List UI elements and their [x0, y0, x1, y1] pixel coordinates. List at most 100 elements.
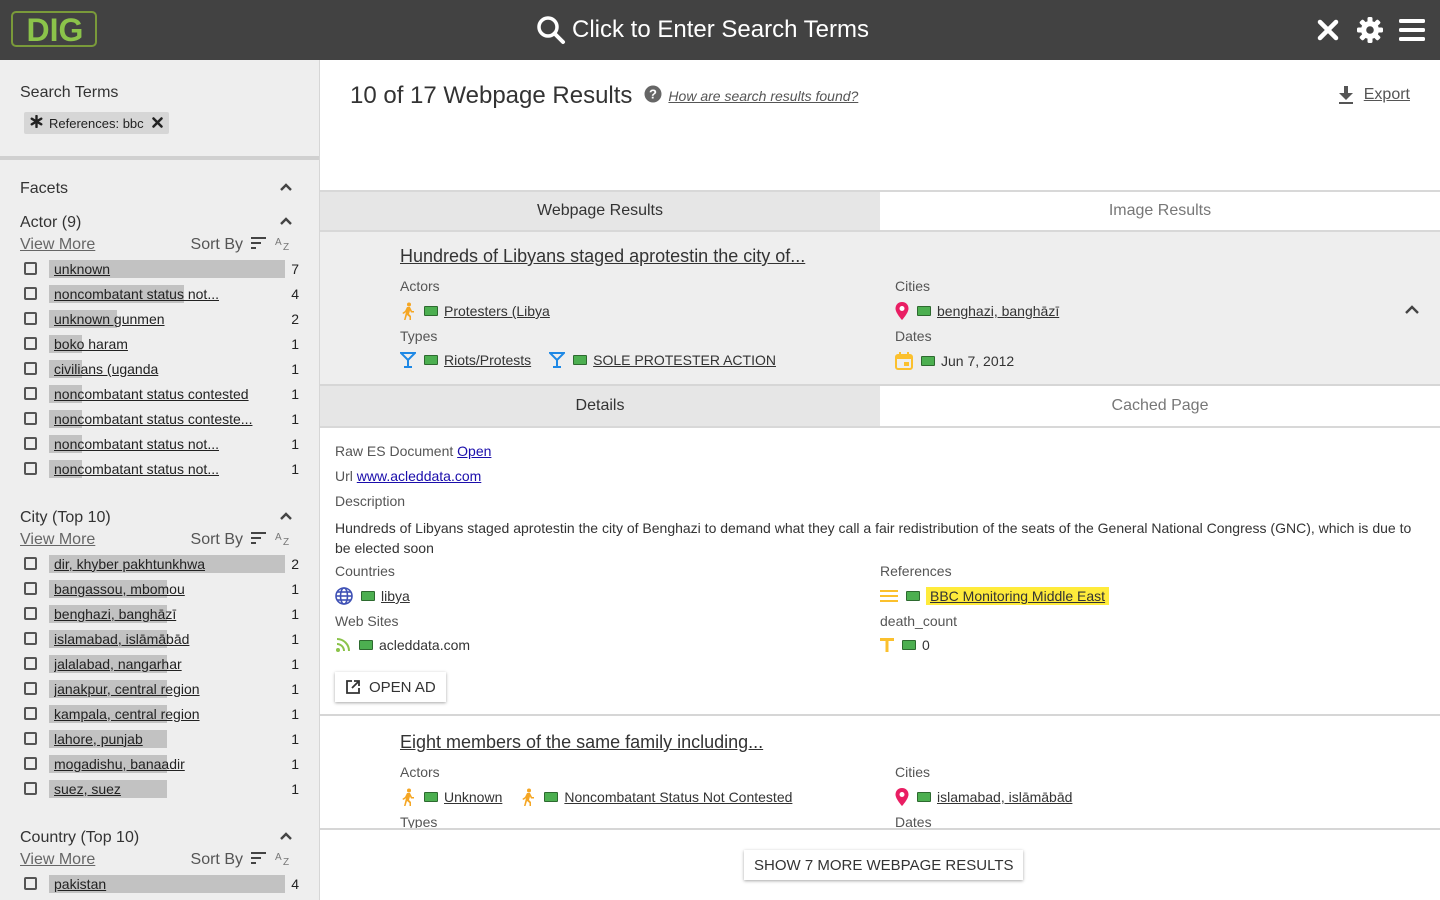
city-facet-title: City (Top 10): [20, 509, 111, 526]
facet-item-label[interactable]: benghazi, banghāzī: [54, 606, 281, 622]
facet-item-label[interactable]: noncombatant status contested: [54, 386, 281, 402]
sort-by-count-icon[interactable]: [251, 531, 267, 549]
facet-item-count: 1: [291, 360, 299, 377]
facet-item-count: 7: [291, 260, 299, 277]
collapse-city-chevron-up-icon[interactable]: [279, 509, 293, 528]
facet-item-label[interactable]: kampala, central region: [54, 706, 281, 722]
tab-cached-page[interactable]: Cached Page: [880, 386, 1440, 426]
facet-item-label[interactable]: civilians (uganda: [54, 361, 281, 377]
facet-item-label[interactable]: lahore, punjab: [54, 731, 281, 747]
facet-checkbox[interactable]: [24, 437, 37, 450]
show-more-results-button[interactable]: SHOW 7 MORE WEBPAGE RESULTS: [744, 850, 1024, 880]
facet-checkbox[interactable]: [24, 632, 37, 645]
help-icon[interactable]: ?: [644, 85, 662, 108]
facet-item-label[interactable]: unknown gunmen: [54, 311, 281, 327]
actor-value-link[interactable]: Noncombatant Status Not Contested: [564, 789, 792, 805]
facet-checkbox[interactable]: [24, 412, 37, 425]
raw-document-open-link[interactable]: Open: [457, 443, 491, 459]
facet-checkbox[interactable]: [24, 337, 37, 350]
collapse-actor-chevron-up-icon[interactable]: [279, 214, 293, 233]
city-field: benghazi, banghāzī: [895, 302, 1059, 320]
facet-item-label[interactable]: mogadishu, banaadir: [54, 756, 281, 772]
facet-checkbox[interactable]: [24, 732, 37, 745]
facet-bar: unknown gunmen: [49, 309, 285, 328]
facet-bar: benghazi, banghāzī: [49, 604, 285, 623]
collapse-facets-chevron-up-icon[interactable]: [279, 180, 293, 199]
facet-item-label[interactable]: noncombatant status not...: [54, 436, 281, 452]
facet-item-label[interactable]: unknown: [54, 261, 281, 277]
country-value-link[interactable]: libya: [381, 588, 410, 604]
facet-checkbox[interactable]: [24, 557, 37, 570]
facet-item-label[interactable]: noncombatant status conteste...: [54, 411, 281, 427]
sort-alphabetical-icon[interactable]: AZ: [275, 531, 293, 550]
result-title-link[interactable]: Hundreds of Libyans staged aprotestin th…: [400, 246, 805, 267]
facet-checkbox[interactable]: [24, 312, 37, 325]
facet-item-label[interactable]: suez, suez: [54, 781, 281, 797]
city-facet-list: dir, khyber pakhtunkhwa 2 bangassou, mbomo…: [20, 551, 299, 801]
facet-checkbox[interactable]: [24, 387, 37, 400]
type-value-link[interactable]: SOLE PROTESTER ACTION: [593, 352, 776, 368]
facet-item-label[interactable]: janakpur, central region: [54, 681, 281, 697]
search-bar-trigger[interactable]: Click to Enter Search Terms: [536, 12, 869, 48]
tab-webpage-results[interactable]: Webpage Results: [320, 192, 880, 230]
raw-document-label: Raw ES Document: [335, 443, 454, 459]
collapse-result-chevron-up-icon[interactable]: [1404, 302, 1420, 323]
tab-details[interactable]: Details: [320, 386, 880, 426]
city-value-link[interactable]: islamabad, islāmābād: [937, 789, 1072, 805]
facet-checkbox[interactable]: [24, 877, 37, 890]
dig-logo[interactable]: DIG: [10, 8, 100, 50]
city-view-more-link[interactable]: View More: [20, 531, 95, 549]
facet-item-label[interactable]: bangassou, mbomou: [54, 581, 281, 597]
menu-button[interactable]: [1398, 14, 1426, 46]
globe-icon: [335, 587, 353, 605]
facet-checkbox[interactable]: [24, 287, 37, 300]
actor-view-more-link[interactable]: View More: [20, 236, 95, 254]
facet-checkbox[interactable]: [24, 582, 37, 595]
country-view-more-link[interactable]: View More: [20, 851, 95, 869]
settings-button[interactable]: [1356, 14, 1384, 46]
facet-checkbox[interactable]: [24, 707, 37, 720]
facet-checkbox[interactable]: [24, 757, 37, 770]
facet-item-count: 1: [291, 435, 299, 452]
sort-by-count-icon[interactable]: [251, 851, 267, 869]
url-link[interactable]: www.acleddata.com: [357, 468, 482, 484]
facet-checkbox[interactable]: [24, 657, 37, 670]
search-term-chip[interactable]: References: bbc: [24, 112, 169, 134]
facet-item-label[interactable]: noncombatant status not...: [54, 286, 281, 302]
actor-value-link[interactable]: Unknown: [444, 789, 502, 805]
open-ad-button[interactable]: OPEN AD: [335, 672, 446, 702]
gear-icon: [1357, 17, 1383, 43]
actor-value-link[interactable]: Protesters (Libya: [444, 303, 550, 319]
facet-checkbox[interactable]: [24, 362, 37, 375]
result-title-link[interactable]: Eight members of the same family includi…: [400, 732, 763, 753]
sort-alphabetical-icon[interactable]: AZ: [275, 851, 293, 870]
facet-item-label[interactable]: boko haram: [54, 336, 281, 352]
cocktail-glass-icon: [400, 352, 416, 368]
sort-alphabetical-icon[interactable]: AZ: [275, 236, 293, 255]
facet-checkbox[interactable]: [24, 682, 37, 695]
facet-checkbox[interactable]: [24, 782, 37, 795]
facet-item-count: 1: [291, 755, 299, 772]
facet-item-label[interactable]: pakistan: [54, 876, 281, 892]
sort-by-count-icon[interactable]: [251, 236, 267, 254]
facet-item-label[interactable]: dir, khyber pakhtunkhwa: [54, 556, 281, 572]
type-value-link[interactable]: Riots/Protests: [444, 352, 531, 368]
cities-label: Cities: [895, 278, 931, 294]
reference-value-link[interactable]: BBC Monitoring Middle East: [926, 587, 1110, 605]
facet-checkbox[interactable]: [24, 607, 37, 620]
facet-item-label[interactable]: islamabad, islāmābād: [54, 631, 281, 647]
facet-checkbox[interactable]: [24, 262, 37, 275]
search-help-link[interactable]: How are search results found?: [668, 88, 858, 104]
city-value-link[interactable]: benghazi, banghāzī: [937, 303, 1059, 319]
facet-item-label[interactable]: jalalabad, nangarhar: [54, 656, 281, 672]
clear-search-button[interactable]: [1314, 14, 1342, 46]
collapse-country-chevron-up-icon[interactable]: [279, 829, 293, 848]
facet-item-label[interactable]: noncombatant status not...: [54, 461, 281, 477]
export-button[interactable]: Export: [1338, 86, 1410, 104]
facet-item: bangassou, mbomou 1: [20, 576, 299, 601]
facet-checkbox[interactable]: [24, 462, 37, 475]
svg-text:A: A: [275, 852, 282, 863]
country-facet-list: pakistan 4: [20, 871, 299, 896]
tab-image-results[interactable]: Image Results: [880, 192, 1440, 230]
remove-chip-icon[interactable]: [151, 116, 163, 131]
